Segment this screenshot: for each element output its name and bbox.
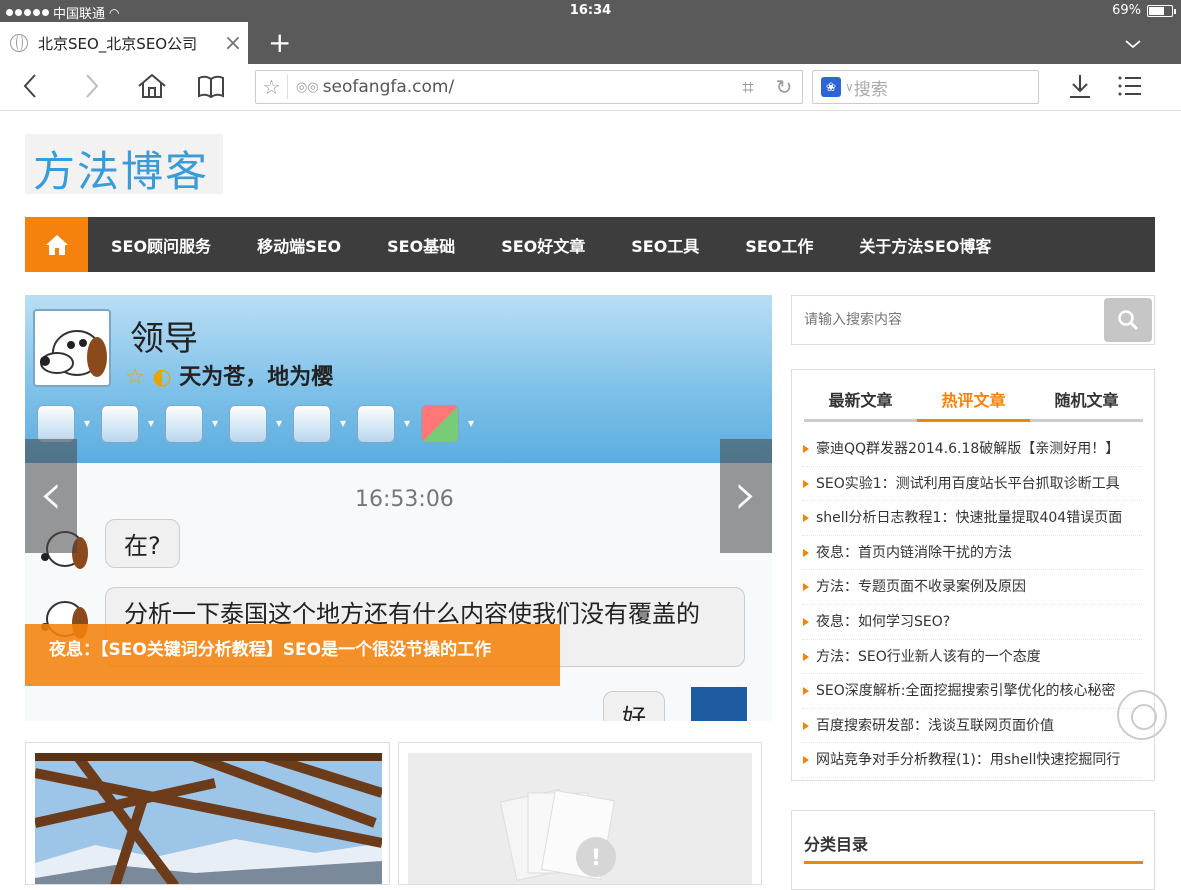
browser-tab[interactable]: 北京SEO_北京SEO公司 ×: [0, 22, 248, 64]
baidu-paw-icon: ❀: [821, 77, 841, 97]
article-link[interactable]: 百度搜索研发部：浅谈互联网页面价值: [802, 709, 1142, 744]
apps-icon: [421, 405, 474, 443]
nav-item[interactable]: 移动端SEO: [234, 233, 364, 257]
slider-next-button[interactable]: ›: [720, 439, 772, 553]
post-thumbnail-placeholder: !: [408, 753, 752, 884]
article-link[interactable]: 方法：专题页面不收录案例及原因: [802, 570, 1142, 605]
camera-icon: [37, 405, 90, 443]
category-panel: 分类目录: [791, 810, 1155, 890]
site-logo[interactable]: 方法博客: [25, 134, 223, 196]
slide-image-top: 领导 ☆ ◐ 天为苍，地为樱: [25, 295, 772, 463]
home-icon: [45, 234, 68, 255]
article-link[interactable]: 豪迪QQ群发器2014.6.18破解版【亲测好用！】: [802, 432, 1142, 467]
folder-icon: [165, 405, 218, 443]
scan-icon[interactable]: ⌗: [730, 75, 766, 99]
category-title: 分类目录: [804, 831, 1143, 864]
slider-prev-button[interactable]: ‹: [25, 439, 77, 553]
browser-toolbar: ☆ ◎◎ seofangfa.com/ ⌗ ↻ ❀ ∨ 搜索: [0, 64, 1181, 111]
site-search-input[interactable]: [792, 296, 1104, 344]
download-icon[interactable]: [1068, 72, 1092, 107]
qq-toolbar: [37, 405, 474, 443]
qq-contact-name: 领导: [130, 319, 198, 359]
article-link[interactable]: SEO深度解析:全面挖掘搜索引擎优化的核心秘密: [802, 674, 1142, 709]
qq-contact-status: ☆ ◐ 天为苍，地为樱: [125, 359, 333, 391]
broken-image-icon: !: [499, 789, 616, 881]
globe-icon: [10, 34, 28, 52]
microphone-icon: [101, 405, 154, 443]
url-text[interactable]: seofangfa.com/: [323, 77, 730, 97]
article-link[interactable]: 网站竞争对手分析教程(1)：用shell快速挖掘同行: [802, 743, 1142, 778]
battery-percent: 69%: [1112, 3, 1141, 18]
close-tab-icon[interactable]: ×: [218, 31, 248, 56]
chat-bubble: 在?: [105, 519, 180, 568]
home-icon[interactable]: [137, 72, 167, 107]
article-tabs: 最新文章 热评文章 随机文章: [804, 386, 1143, 422]
screen-share-icon: [293, 405, 346, 443]
browser-search-placeholder: 搜索: [853, 79, 888, 100]
nav-item[interactable]: SEO好文章: [478, 233, 608, 257]
tab-hot[interactable]: 热评文章: [917, 386, 1030, 422]
address-bar[interactable]: ☆ ◎◎ seofangfa.com/ ⌗ ↻: [255, 70, 803, 104]
article-link[interactable]: 夜息：如何学习SEO?: [802, 605, 1142, 640]
article-link[interactable]: shell分析日志教程1：快速批量提取404错误页面: [802, 501, 1142, 536]
article-panel: 最新文章 热评文章 随机文章 豪迪QQ群发器2014.6.18破解版【亲测好用！…: [791, 369, 1155, 781]
battery-icon: [1147, 4, 1176, 17]
main-nav: SEO顾问服务 移动端SEO SEO基础 SEO好文章 SEO工具 SEO工作 …: [25, 217, 1155, 272]
bookmark-star-icon[interactable]: ☆: [256, 75, 288, 99]
forward-icon[interactable]: [84, 72, 100, 107]
status-bar: 中国联通 ◠ 16:34 69%: [0, 0, 1181, 22]
post-thumbnail-image: [33, 748, 384, 884]
engine-dropdown-icon[interactable]: ∨: [845, 80, 854, 94]
article-link[interactable]: SEO实验1：测试利用百度站长平台抓取诊断工具: [802, 467, 1142, 502]
svg-text:!: !: [591, 846, 601, 871]
featured-slider[interactable]: 领导 ☆ ◐ 天为苍，地为樱 16:53:06 在? 分析一下泰国这个地方还有: [25, 295, 772, 721]
tab-latest[interactable]: 最新文章: [804, 386, 917, 419]
message-add-icon: [229, 405, 282, 443]
browser-search-box[interactable]: ❀ ∨ 搜索: [812, 70, 1039, 104]
battery-fill: [1149, 6, 1164, 15]
nav-item[interactable]: SEO工作: [722, 233, 836, 257]
assistive-touch-icon[interactable]: [1117, 690, 1167, 740]
new-tab-icon[interactable]: +: [268, 26, 291, 59]
nav-item[interactable]: SEO顾问服务: [88, 233, 234, 257]
qq-signature: 天为苍，地为樱: [179, 365, 334, 390]
clock: 16:34: [569, 3, 612, 18]
menu-icon[interactable]: [1117, 72, 1143, 107]
reload-icon[interactable]: ↻: [766, 75, 802, 99]
star-icon: ☆ ◐: [125, 365, 172, 390]
tab-random[interactable]: 随机文章: [1030, 386, 1143, 419]
tab-bar: 北京SEO_北京SEO公司 × +: [0, 22, 1181, 64]
article-list: 豪迪QQ群发器2014.6.18破解版【亲测好用！】 SEO实验1：测试利用百度…: [802, 432, 1142, 778]
nav-item[interactable]: SEO工具: [608, 233, 722, 257]
logo-text: 方法博客: [33, 147, 210, 196]
chat-bubble: 好: [603, 691, 665, 721]
site-search-button[interactable]: [1104, 298, 1152, 342]
site-search: [791, 295, 1155, 345]
display-icon: [357, 405, 410, 443]
chat-time: 16:53:06: [355, 487, 454, 512]
post-card[interactable]: [25, 742, 390, 885]
article-link[interactable]: 夜息：首页内链消除干扰的方法: [802, 536, 1142, 571]
slide-caption[interactable]: 夜息：【SEO关键词分析教程】SEO是一个很没节操的工作: [25, 624, 560, 686]
back-icon[interactable]: [22, 72, 38, 107]
bookmarks-icon[interactable]: [197, 72, 225, 107]
mask-icon: ◎◎: [296, 79, 319, 95]
tab-title: 北京SEO_北京SEO公司: [38, 34, 198, 53]
status-right: 69%: [1112, 3, 1176, 18]
article-link[interactable]: 方法：SEO行业新人该有的一个态度: [802, 640, 1142, 675]
dog-avatar-image: [33, 309, 111, 387]
qq-avatar-self: [691, 687, 747, 721]
chevron-down-icon[interactable]: [1125, 34, 1141, 53]
nav-item[interactable]: 关于方法SEO博客: [836, 233, 1014, 257]
nav-item[interactable]: SEO基础: [364, 233, 478, 257]
post-card[interactable]: !: [398, 742, 762, 885]
search-icon: [1118, 310, 1139, 331]
nav-home[interactable]: [25, 217, 88, 272]
